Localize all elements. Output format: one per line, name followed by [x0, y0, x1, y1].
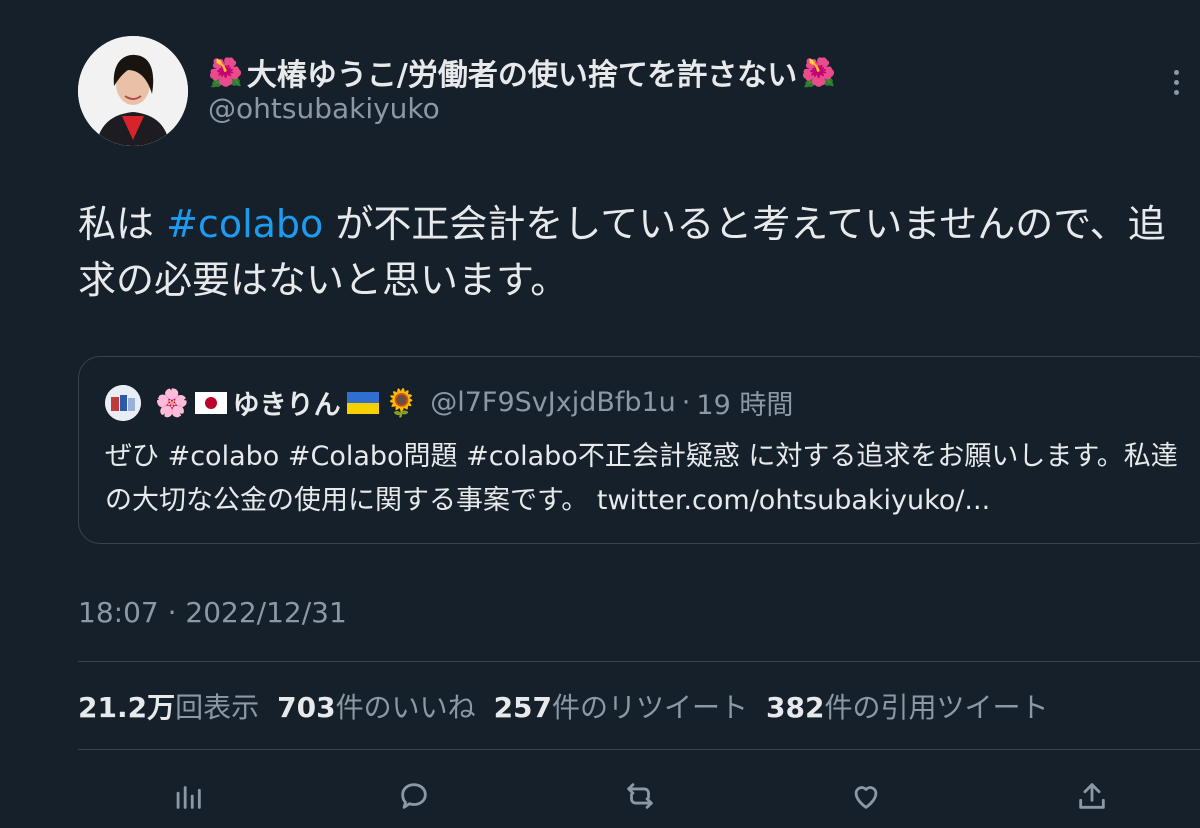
hibiscus-icon: 🌺 — [801, 55, 837, 89]
tweet-timestamp[interactable]: 18:07 · 2022/12/31 — [78, 596, 347, 629]
likes-stat[interactable]: 703件のいいね — [277, 686, 475, 726]
quoted-tweet-time[interactable]: 19 時間 — [696, 383, 793, 422]
hibiscus-icon: 🌺 — [208, 55, 243, 89]
tweet-detail: 🌺 大椿ゆうこ/労働者の使い捨てを許さない 🌺 @ohtsubakiyuko 私… — [0, 0, 1200, 828]
likes-count: 703 — [277, 691, 336, 724]
quoted-author-handle[interactable]: @l7F9SvJxjdBfb1u — [430, 387, 676, 418]
cherry-blossom-icon: 🌸 — [155, 387, 189, 419]
share-icon[interactable] — [1072, 776, 1112, 816]
tweet-stats: 21.2万回表示 703件のいいね 257件のリツイート 382件の引用ツイート — [78, 686, 1049, 726]
quotes-label: 件の引用ツイート — [824, 691, 1049, 724]
quotes-stat[interactable]: 382件の引用ツイート — [766, 686, 1048, 726]
japan-flag-icon — [194, 391, 227, 414]
views-count: 21.2万 — [78, 691, 176, 724]
likes-label: 件のいいね — [335, 691, 476, 724]
author-display-name[interactable]: 🌺 大椿ゆうこ/労働者の使い捨てを許さない 🌺 — [208, 50, 836, 94]
author-name-text: 大椿ゆうこ/労働者の使い捨てを許さない — [246, 58, 798, 93]
ukraine-flag-icon — [346, 391, 379, 414]
views-label: 回表示 — [175, 691, 260, 724]
quoted-tweet-card[interactable]: 🌸 ゆきりん 🌻 @l7F9SvJxjdBfb1u · 19 時間 ぜひ #co… — [78, 356, 1200, 544]
like-icon[interactable] — [846, 776, 886, 816]
quoted-author-avatar[interactable] — [105, 384, 141, 421]
analytics-icon[interactable] — [168, 776, 208, 816]
retweets-stat[interactable]: 257件のリツイート — [494, 686, 748, 726]
divider — [78, 749, 1200, 750]
sunflower-icon: 🌻 — [384, 387, 419, 419]
divider — [78, 661, 1200, 662]
retweets-count: 257 — [493, 691, 553, 724]
retweet-icon[interactable] — [620, 776, 660, 816]
reply-icon[interactable] — [394, 776, 434, 816]
retweets-label: 件のリツイート — [552, 691, 749, 724]
separator-dot: · — [681, 387, 691, 418]
quoted-author-name[interactable]: ゆきりん — [233, 383, 341, 422]
author-avatar[interactable] — [78, 36, 188, 146]
more-options-icon[interactable] — [1174, 70, 1179, 95]
author-handle[interactable]: @ohtsubakiyuko — [208, 92, 440, 125]
quoted-tweet-header: 🌸 ゆきりん 🌻 @l7F9SvJxjdBfb1u · 19 時間 — [105, 383, 793, 422]
tweet-text: 私は #colabo が不正会計をしていると考えていませんので、追求の必要はない… — [78, 196, 1188, 308]
quoted-tweet-text: ぜひ #colabo #Colabo問題 #colabo不正会計疑惑 に対する追… — [105, 441, 1178, 516]
views-stat[interactable]: 21.2万回表示 — [78, 686, 259, 726]
tweet-text-prefix: 私は — [78, 202, 167, 246]
quotes-count: 382 — [766, 691, 825, 724]
hashtag-link[interactable]: #colabo — [166, 202, 323, 246]
